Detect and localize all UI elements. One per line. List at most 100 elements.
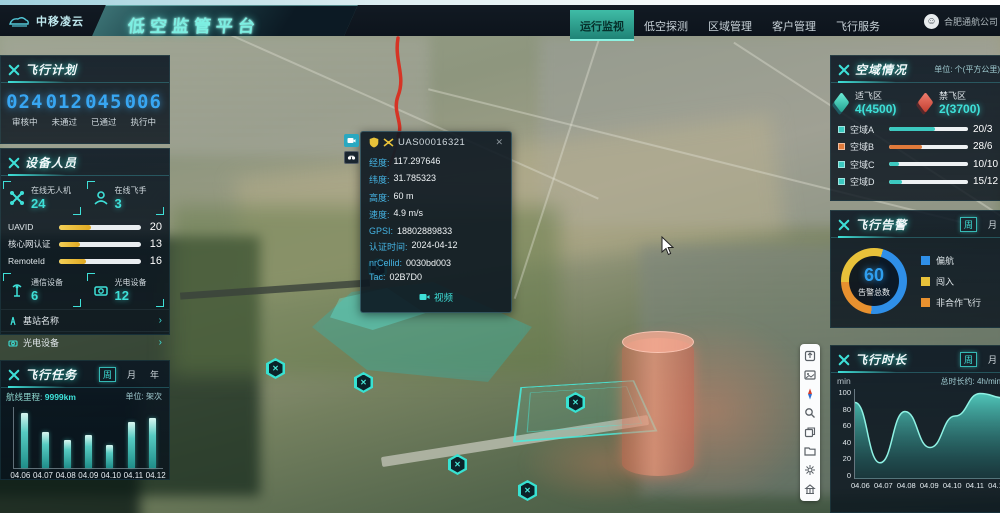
link-base-stations[interactable]: 基站名称 › <box>1 309 169 331</box>
drone-icon <box>9 190 25 206</box>
popup-control-button[interactable] <box>344 151 359 164</box>
panel-title: 空域情况 <box>855 61 907 78</box>
tab-week[interactable]: 周 <box>99 367 116 382</box>
x-tick-label: 04.12 <box>146 471 166 480</box>
airspace-zones: 适飞区4(4500) 禁飞区2(3700) <box>831 83 1000 118</box>
x-tick-label: 04.12 <box>988 481 1000 490</box>
nav-item-regions[interactable]: 区域管理 <box>698 10 762 41</box>
brand-logo: 中移凌云 <box>8 13 84 29</box>
x-tick-label: 04.10 <box>943 481 962 490</box>
device-bar-core-auth: 核心网认证 13 <box>1 234 169 251</box>
panel-title: 飞行任务 <box>25 366 77 383</box>
airspace-row-b: 空域B 28/6 <box>831 136 1000 154</box>
panel-flight-duration: 飞行时长 周 月 min 总时长约: 4h/min 100806040200 <box>830 345 1000 513</box>
device-bar-uavid: UAVID 20 <box>1 217 169 234</box>
bar <box>21 413 28 468</box>
tab-month[interactable]: 月 <box>124 368 139 381</box>
row-bullet <box>838 143 845 150</box>
legend-offcourse: 偏航 <box>921 254 981 267</box>
progress-fill <box>59 259 86 264</box>
stat-rejected: 012未通过 <box>45 91 85 128</box>
device-type-stats: 通信设备6 光电设备12 <box>1 268 169 309</box>
x-tick-label: 04.11 <box>966 481 984 490</box>
camera-icon <box>347 137 356 144</box>
alerts-legend: 偏航 闯入 非合作飞行 <box>921 254 981 309</box>
stat-approved: 045已通过 <box>84 91 124 128</box>
x-tick-label: 04.07 <box>33 471 53 480</box>
row-bullet <box>838 126 845 133</box>
panel-title: 飞行计划 <box>25 61 77 78</box>
drone-marker-glyph: ✕ <box>451 457 465 473</box>
popup-row-latitude: 纬度:31.785323 <box>369 169 503 187</box>
search-icon[interactable] <box>803 406 817 420</box>
compass-icon[interactable] <box>803 387 817 401</box>
task-info-row: 航线里程: 9999km 单位: 架次 <box>1 388 169 403</box>
alerts-donut-chart: 60 告警总数 <box>841 248 907 314</box>
popup-row-gpsi: GPSI:18802889833 <box>369 221 503 236</box>
progress-track <box>889 180 968 184</box>
panel-header: 飞行任务 周 月 年 <box>1 361 169 388</box>
close-icon[interactable]: ✕ <box>495 137 503 148</box>
video-icon <box>419 293 430 301</box>
area-chart-plot <box>854 389 1000 479</box>
controller-icon <box>347 154 356 162</box>
zone-no-fly: 禁飞区2(3700) <box>919 89 1000 116</box>
progress-track <box>59 225 141 230</box>
bar <box>64 440 71 468</box>
nav-item-customers[interactable]: 客户管理 <box>762 10 826 41</box>
x-tick-label: 04.11 <box>124 471 143 480</box>
area-chart-svg <box>855 389 1000 479</box>
app-root: 中移凌云 低空监管平台 运行监视 低空探测 区域管理 客户管理 飞行服务 ☺ 合… <box>0 0 1000 513</box>
drone-marker-glyph: ✕ <box>357 375 371 391</box>
area-fill <box>855 394 1000 480</box>
capture-icon[interactable] <box>803 349 817 363</box>
drone-badge-icon <box>383 138 394 147</box>
x-tick-label: 04.08 <box>56 471 76 480</box>
image-icon[interactable] <box>803 368 817 382</box>
tab-week[interactable]: 周 <box>960 217 977 232</box>
alert-total-value: 60 <box>864 265 884 286</box>
airspace-row-d: 空域D 15/12 <box>831 171 1000 189</box>
row-bullet <box>838 161 845 168</box>
popup-camera-button[interactable] <box>344 134 359 147</box>
cloud-car-logo-icon <box>8 15 30 28</box>
task-icon <box>8 369 20 381</box>
gear-icon[interactable] <box>803 463 817 477</box>
y-tick-label: 40 <box>835 439 851 446</box>
tab-month[interactable]: 月 <box>985 353 1000 366</box>
page-title: 低空监管平台 <box>127 12 262 37</box>
landmark-icon[interactable] <box>803 482 817 496</box>
layers-icon[interactable] <box>803 425 817 439</box>
flight-plan-stats: 024审核中 012未通过 045已通过 006执行中 <box>1 83 169 128</box>
folder-icon[interactable] <box>803 444 817 458</box>
panel-title: 飞行时长 <box>855 351 907 368</box>
video-button[interactable]: 视频 <box>369 288 503 306</box>
panel-flight-tasks: 飞行任务 周 月 年 航线里程: 9999km 单位: 架次 04.0604.0… <box>0 360 170 480</box>
tab-month[interactable]: 月 <box>985 218 1000 231</box>
nav-item-services[interactable]: 飞行服务 <box>826 10 890 41</box>
legend-swatch <box>921 298 930 307</box>
drone-marker-glyph: ✕ <box>521 483 535 499</box>
nav-item-monitoring[interactable]: 运行监视 <box>570 10 634 41</box>
tab-week[interactable]: 周 <box>960 352 977 367</box>
link-optics-devices[interactable]: 光电设备 › <box>1 331 169 353</box>
drone-marker[interactable]: ✕ <box>448 454 467 475</box>
nofly-cylinder-zone[interactable] <box>622 338 694 476</box>
airspace-row-a: 空域A 20/3 <box>831 118 1000 136</box>
legend-noncoop: 非合作飞行 <box>921 296 981 309</box>
progress-track <box>889 145 968 149</box>
tab-year[interactable]: 年 <box>147 368 162 381</box>
panel-header: 飞行时长 周 月 <box>831 346 1000 373</box>
panel-airspace: 空域情况 单位: 个(平方公里) 适飞区4(4500) 禁飞区2(3700) 空… <box>830 55 1000 201</box>
bar <box>149 418 156 468</box>
nav-item-detection[interactable]: 低空探测 <box>634 10 698 41</box>
stat-executing: 006执行中 <box>124 91 164 128</box>
progress-track <box>889 127 968 131</box>
legend-intrusion: 闯入 <box>921 275 981 288</box>
online-stats: 在线无人机24 在线飞手3 <box>1 176 169 217</box>
popup-row-nrcellid: nrCellid:0030bd003 <box>369 253 503 268</box>
user-menu[interactable]: ☺ 合肥通航公司 <box>924 14 998 29</box>
tower-icon <box>8 316 18 326</box>
chevron-right-icon: › <box>159 315 162 326</box>
chevron-right-icon: › <box>159 337 162 348</box>
